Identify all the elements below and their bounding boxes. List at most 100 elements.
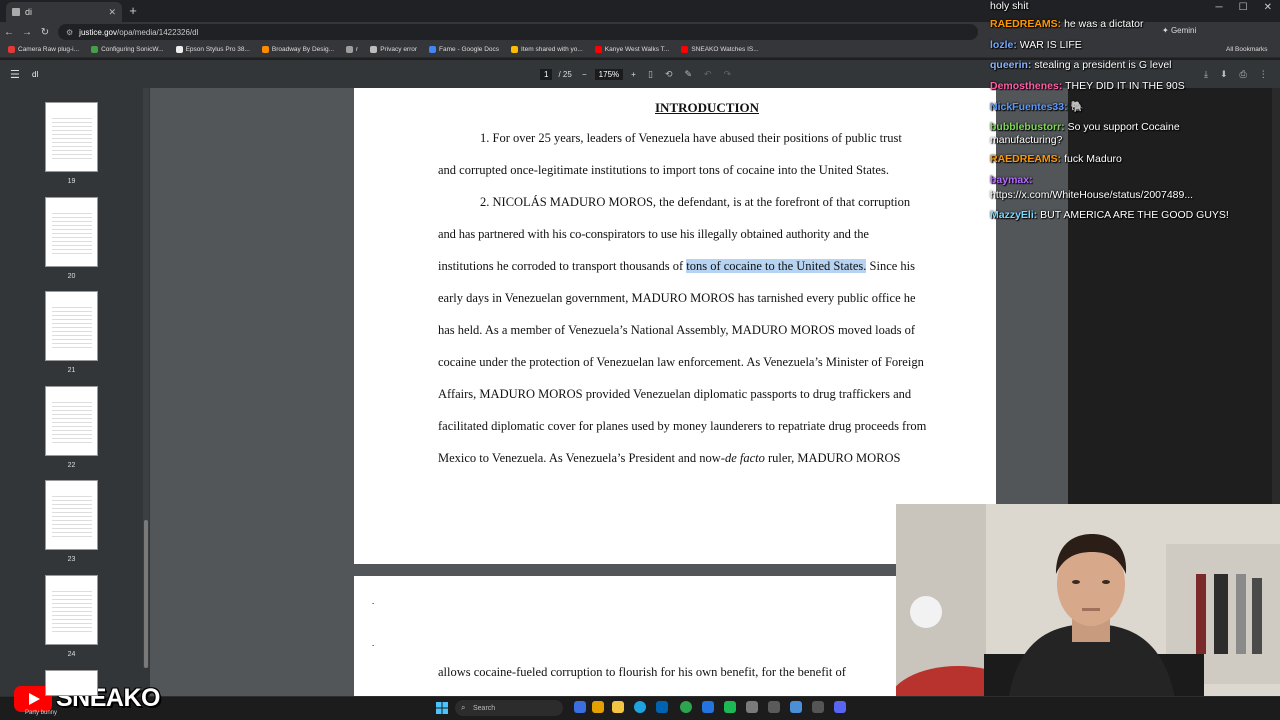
bookmark-item[interactable]: Camera Raw plug-i... <box>8 46 79 53</box>
bookmark-item[interactable]: Item shared with yo... <box>511 46 583 53</box>
webcam-image <box>896 504 1280 720</box>
text-selection[interactable]: tons of cocaine to the United States. <box>686 259 867 273</box>
app-icon-2[interactable] <box>768 701 780 713</box>
obs-icon[interactable] <box>812 701 824 713</box>
browser-tab[interactable]: di ✕ <box>6 2 122 22</box>
edge-icon[interactable] <box>634 701 646 713</box>
file-explorer-icon[interactable] <box>612 701 624 713</box>
bookmark-item[interactable]: Epson Stylus Pro 38... <box>175 46 250 53</box>
bookmark-item[interactable]: Broadway By Desig... <box>261 46 334 53</box>
doc-dot: . <box>372 638 375 648</box>
bookmark-item[interactable]: Configuring SonicW... <box>91 46 164 53</box>
thumbnail-text-lines <box>52 493 92 539</box>
reload-icon[interactable]: ↻ <box>36 27 54 38</box>
page-thumbnail[interactable] <box>45 575 98 645</box>
chat-username[interactable]: MazzyEli: <box>990 209 1037 221</box>
annotate-icon[interactable]: ✎ <box>685 69 693 80</box>
doc-line: has held. As a member of Venezuela’s Nat… <box>438 323 916 337</box>
page-thumbnail[interactable] <box>45 670 98 696</box>
thumbnail-text-lines <box>52 399 92 445</box>
page-thumbnail[interactable] <box>45 102 98 172</box>
chat-username[interactable]: RAEDREAMS: <box>990 153 1061 165</box>
address-bar[interactable]: ⚙ justice.gov/opa/media/1422326/dl <box>58 24 978 40</box>
close-window-icon[interactable]: ✕ <box>1264 2 1272 13</box>
bookmark-item[interactable]: SNEAKO Watches IS... <box>681 46 759 53</box>
chat-username[interactable]: queerin: <box>990 59 1031 71</box>
forward-icon[interactable]: → <box>18 27 36 38</box>
doc-line: and has partnered with his co-conspirato… <box>438 227 869 241</box>
windows-start-icon[interactable] <box>436 701 448 714</box>
bookmark-item[interactable]: r <box>346 46 358 53</box>
page-thumbnail[interactable] <box>45 386 98 456</box>
zoom-level[interactable]: 175% <box>594 69 624 80</box>
task-view-icon[interactable] <box>574 701 586 713</box>
minimize-icon[interactable]: ─ <box>1216 2 1223 13</box>
doc-line: allows cocaine-fueled corruption to flou… <box>438 665 846 679</box>
chat-message: holy shit <box>990 0 1029 12</box>
app-icon-3[interactable] <box>790 701 802 713</box>
thumbnail-page-number: 19 <box>67 178 76 185</box>
page-scrollbar[interactable] <box>1272 88 1280 504</box>
save-icon[interactable]: ⤓ <box>1204 69 1208 80</box>
chat-username[interactable]: bubblebustorr: <box>990 121 1065 133</box>
redo-icon[interactable]: ↷ <box>724 69 732 80</box>
undo-icon[interactable]: ↶ <box>704 69 712 80</box>
zoom-out-icon[interactable]: − <box>582 70 587 79</box>
chat-message: lozle: WAR IS LIFE <box>990 39 1082 51</box>
thumbnail-page-number: 21 <box>67 367 76 374</box>
chat-username[interactable]: Demosthenes: <box>990 80 1062 92</box>
new-tab-button[interactable]: + <box>126 3 140 18</box>
settings-icon[interactable] <box>746 701 758 713</box>
thumbnail-page-number: 24 <box>67 651 76 658</box>
widgets-icon[interactable] <box>592 701 604 713</box>
maximize-icon[interactable]: ☐ <box>1239 2 1248 13</box>
chat-message: RAEDREAMS: fuck Maduro <box>990 153 1122 165</box>
taskbar-search[interactable]: ⌕ Search <box>455 700 563 716</box>
page-number-input[interactable]: 1 <box>540 69 553 80</box>
doc-line: and corrupted once-legitimate institutio… <box>438 163 889 177</box>
xbox-icon[interactable] <box>724 701 736 713</box>
chat-username[interactable]: RAEDREAMS: <box>990 18 1061 30</box>
chrome-icon[interactable] <box>680 701 692 713</box>
chat-message: baymax: <box>990 174 1033 186</box>
chat-username[interactable]: baymax: <box>990 174 1033 186</box>
all-bookmarks-button[interactable]: All Bookmarks <box>1226 46 1268 53</box>
sidebar-scroll-thumb[interactable] <box>144 520 148 668</box>
page-thumbnail[interactable] <box>45 197 98 267</box>
doc-line: Affairs, MADURO MOROS provided Venezuela… <box>438 387 912 401</box>
doc-line-highlighted: institutions he corroded to transport th… <box>438 259 916 273</box>
zoom-in-icon[interactable]: + <box>631 70 636 79</box>
store-icon[interactable] <box>656 701 668 713</box>
chat-text: WAR IS LIFE <box>1016 39 1082 51</box>
chat-username[interactable]: NickFuentes33: <box>990 101 1068 113</box>
discord-icon[interactable] <box>834 701 846 713</box>
page-thumbnail[interactable] <box>45 480 98 550</box>
webcam-feed <box>896 504 1280 720</box>
back-icon[interactable]: ← <box>0 27 18 38</box>
pdf-icon <box>12 8 20 16</box>
print-icon[interactable]: ⎙ <box>1240 69 1247 80</box>
chat-username[interactable]: lozle: <box>990 39 1017 51</box>
chat-message: Demosthenes: THEY DID IT IN THE 90S <box>990 80 1185 92</box>
chat-message: bubblebustorr: So you support Cocaine <box>990 121 1180 133</box>
more-options-icon[interactable]: ⋮ <box>1259 69 1268 80</box>
bookmark-item[interactable]: Fame - Google Docs <box>429 46 499 53</box>
app-icon[interactable] <box>702 701 714 713</box>
menu-icon[interactable]: ☰ <box>10 68 20 81</box>
rotate-icon[interactable]: ⟲ <box>665 69 673 80</box>
bookmark-item[interactable]: Privacy error <box>370 46 417 53</box>
page-thumbnail[interactable] <box>45 291 98 361</box>
bookmark-item[interactable]: Kanye West Walks T... <box>594 46 669 53</box>
now-playing: Party bunny <box>25 710 58 716</box>
site-info-icon[interactable]: ⚙ <box>66 28 73 37</box>
chat-message: RAEDREAMS: he was a dictator <box>990 18 1143 30</box>
gemini-button[interactable]: ✦ Gemini <box>1162 26 1196 35</box>
close-tab-icon[interactable]: ✕ <box>108 7 116 18</box>
doc-line: facilitated diplomatic cover for planes … <box>438 419 927 433</box>
chat-message: manufacturing? <box>990 134 1062 146</box>
download-icon[interactable]: ⬇ <box>1220 69 1228 80</box>
doc-line: 2. NICOLÁS MADURO MOROS, the defendant, … <box>480 195 911 209</box>
fit-page-icon[interactable]: ▯ <box>648 69 653 80</box>
chat-text: https://x.com/WhiteHouse/status/2007489.… <box>990 189 1194 201</box>
bookmark-favicon-icon <box>370 46 378 53</box>
